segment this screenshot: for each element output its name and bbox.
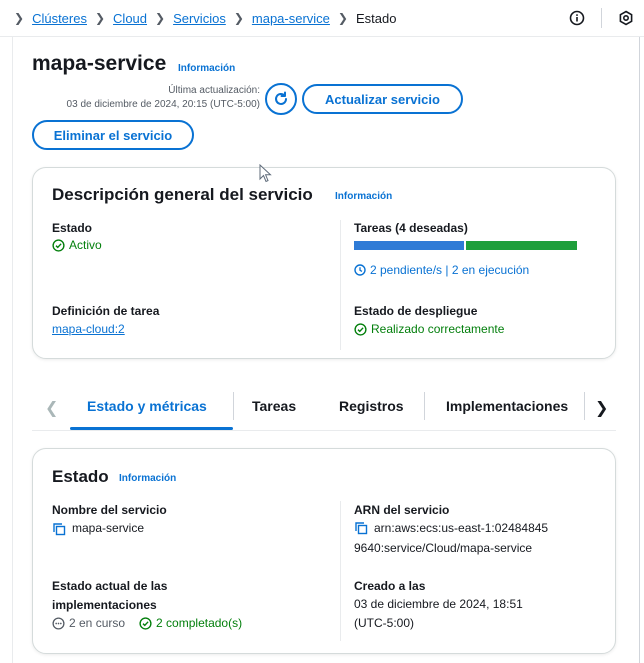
tabs-baseline (32, 430, 616, 431)
chevron-right-icon: ❯ (155, 11, 166, 25)
tasks-summary[interactable]: 2 pendiente/s | 2 en ejecución (354, 263, 529, 277)
check-circle-icon (139, 617, 152, 630)
layout-rule (12, 37, 13, 663)
last-update-value: 03 de diciembre de 2024, 20:15 (UTC-5:00… (66, 99, 260, 110)
tab-separator (233, 392, 234, 420)
breadcrumb-services[interactable]: Servicios (173, 11, 226, 26)
created-value-timezone: (UTC-5:00) (354, 616, 415, 630)
in-progress-text: 2 en curso (69, 616, 126, 630)
service-name-label: Nombre del servicio (52, 503, 167, 517)
service-arn-text: arn:aws:ecs:us-east-1:02484845 (374, 521, 549, 535)
ecs-service-page: ❯ Clústeres ❯ Cloud ❯ Servicios ❯ mapa-s… (0, 0, 644, 663)
tab-tasks[interactable]: Tareas (252, 398, 296, 414)
overview-info-link[interactable]: Información (335, 191, 392, 202)
page-title: mapa-service (32, 52, 167, 75)
tab-bar: ❮ Estado y métricas Tareas Registros Imp… (32, 384, 616, 432)
task-definition-link[interactable]: mapa-cloud:2 (52, 320, 125, 339)
deploy-status-text: Realizado correctamente (371, 322, 505, 336)
tab-separator (424, 392, 425, 420)
status-card: Estado Información Nombre del servicio m… (32, 448, 616, 654)
clock-icon (354, 264, 366, 276)
deploy-state-value: 2 en curso 2 completado(s) (52, 614, 242, 633)
tasks-label: Tareas (4 deseadas) (354, 221, 468, 235)
status-value: Activo (52, 236, 102, 255)
status-title: Estado (52, 467, 109, 486)
chevron-left-icon[interactable]: ❮ (45, 398, 58, 418)
breadcrumb-cloud[interactable]: Cloud (113, 11, 147, 26)
service-name-value: mapa-service (52, 519, 144, 538)
created-label: Creado a las (354, 579, 426, 593)
in-progress-icon (52, 617, 65, 630)
copy-icon[interactable] (354, 521, 368, 535)
status-info-link[interactable]: Información (119, 473, 176, 484)
check-circle-icon (52, 239, 65, 252)
chevron-right-icon: ❯ (14, 11, 25, 25)
tab-status-metrics[interactable]: Estado y métricas (87, 398, 207, 414)
tab-deployments[interactable]: Implementaciones (446, 398, 568, 414)
deploy-status-label: Estado de despliegue (354, 304, 478, 318)
copy-icon[interactable] (52, 522, 66, 536)
breadcrumb-current: Estado (355, 10, 397, 26)
tasks-pending-bar (354, 241, 464, 250)
tasks-running-bar (466, 241, 577, 250)
status-text: Activo (69, 238, 102, 252)
service-overview-card: Descripción general del servicio Informa… (32, 167, 616, 359)
divider (601, 8, 602, 28)
refresh-button[interactable] (265, 83, 297, 115)
completed-text: 2 completado(s) (156, 616, 243, 630)
chevron-right-icon[interactable]: ❯ (595, 398, 608, 418)
column-divider (340, 220, 341, 350)
deploy-status-value: Realizado correctamente (354, 320, 504, 339)
task-definition-label: Definición de tarea (52, 304, 160, 318)
breadcrumb-service[interactable]: mapa-service (252, 11, 330, 26)
service-arn-label: ARN del servicio (354, 503, 450, 517)
service-arn-text-continued: 9640:service/Cloud/mapa-service (354, 541, 533, 555)
refresh-icon (275, 91, 287, 105)
overview-title: Descripción general del servicio (52, 185, 313, 204)
status-label: Estado (52, 221, 93, 235)
service-name-text: mapa-service (72, 521, 145, 535)
breadcrumb-clusters[interactable]: Clústeres (32, 11, 87, 26)
tab-logs[interactable]: Registros (339, 398, 404, 414)
chevron-right-icon: ❯ (337, 11, 348, 25)
title-info-link[interactable]: Información (178, 63, 235, 74)
column-divider (340, 501, 341, 641)
top-actions (567, 8, 636, 28)
tab-separator (584, 392, 585, 420)
deploy-state-label-continued: implementaciones (52, 598, 157, 612)
deploy-state-label: Estado actual de las (52, 579, 168, 593)
breadcrumb: ❯ Clústeres ❯ Cloud ❯ Servicios ❯ mapa-s… (0, 0, 644, 37)
service-arn-value: arn:aws:ecs:us-east-1:02484845 (354, 519, 548, 538)
delete-service-button[interactable]: Eliminar el servicio (32, 120, 194, 150)
chevron-right-icon: ❯ (94, 11, 106, 25)
settings-hex-icon[interactable] (616, 8, 636, 28)
chevron-right-icon: ❯ (233, 11, 244, 25)
check-circle-icon (354, 323, 367, 336)
update-service-button[interactable]: Actualizar servicio (302, 84, 463, 114)
last-update-label: Última actualización: (168, 85, 260, 96)
info-circle-icon[interactable] (567, 8, 587, 28)
created-value: 03 de diciembre de 2024, 18:51 (354, 597, 523, 611)
last-update: Última actualización: 03 de diciembre de… (30, 84, 260, 112)
scrollbar-track[interactable] (639, 37, 640, 663)
tasks-summary-text: 2 pendiente/s | 2 en ejecución (370, 263, 530, 277)
mouse-cursor-icon (259, 164, 272, 183)
